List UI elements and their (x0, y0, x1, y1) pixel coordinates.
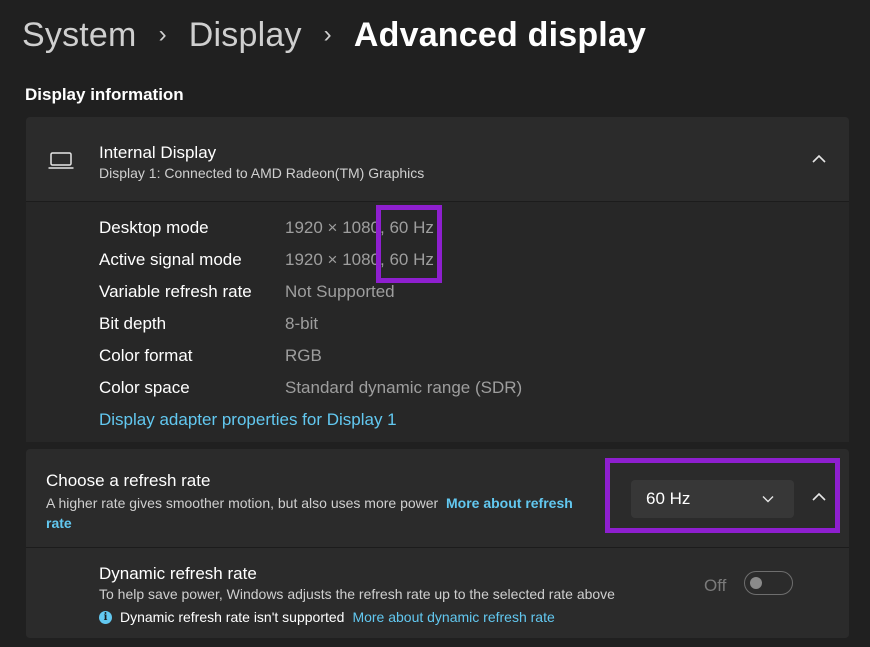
label-desktop-mode: Desktop mode (99, 218, 209, 237)
label-color-space: Color space (99, 378, 190, 397)
highlight-box-refresh-dropdown (605, 458, 840, 533)
chevron-right-icon: › (158, 21, 167, 48)
chevron-up-icon[interactable] (811, 154, 827, 164)
display-adapter-properties-link[interactable]: Display adapter properties for Display 1 (99, 410, 397, 430)
refresh-rate-description-text: A higher rate gives smoother motion, but… (46, 495, 439, 511)
label-bit-depth: Bit depth (99, 314, 167, 333)
value-color-space: Standard dynamic range (SDR) (285, 378, 523, 397)
breadcrumb-display[interactable]: Display (189, 16, 302, 55)
dynamic-refresh-rate-note-text: Dynamic refresh rate isn't supported (120, 609, 345, 625)
label-active-signal-mode: Active signal mode (99, 250, 242, 269)
more-about-dynamic-refresh-rate-link[interactable]: More about dynamic refresh rate (352, 609, 554, 625)
label-variable-refresh-rate: Variable refresh rate (99, 282, 252, 301)
refresh-rate-title: Choose a refresh rate (46, 471, 211, 490)
highlight-box-refresh-values (376, 205, 442, 283)
label-color-format: Color format (99, 346, 193, 365)
toggle-knob (750, 577, 762, 589)
breadcrumb-system[interactable]: System (22, 16, 137, 55)
internal-display-header[interactable]: Internal Display Display 1: Connected to… (26, 117, 849, 201)
dynamic-refresh-rate-note: i Dynamic refresh rate isn't supported M… (99, 609, 555, 625)
dynamic-refresh-rate-description: To help save power, Windows adjusts the … (99, 586, 615, 602)
info-icon: i (99, 610, 112, 624)
dynamic-refresh-rate-title: Dynamic refresh rate (99, 564, 257, 583)
laptop-icon (48, 152, 74, 169)
value-bit-depth: 8-bit (285, 314, 319, 333)
value-variable-refresh-rate: Not Supported (285, 282, 395, 301)
breadcrumb: System › Display › Advanced display (22, 10, 646, 60)
refresh-rate-description: A higher rate gives smoother motion, but… (46, 493, 586, 533)
dynamic-refresh-toggle[interactable] (744, 571, 793, 595)
page-title: Advanced display (353, 15, 647, 54)
chevron-right-icon: › (323, 21, 332, 48)
display-name: Internal Display (99, 143, 217, 162)
divider (26, 547, 849, 548)
dynamic-refresh-toggle-label: Off (704, 576, 727, 595)
section-title-display-information: Display information (25, 85, 184, 104)
display-connection: Display 1: Connected to AMD Radeon(TM) G… (99, 165, 425, 181)
value-color-format: RGB (285, 346, 322, 365)
